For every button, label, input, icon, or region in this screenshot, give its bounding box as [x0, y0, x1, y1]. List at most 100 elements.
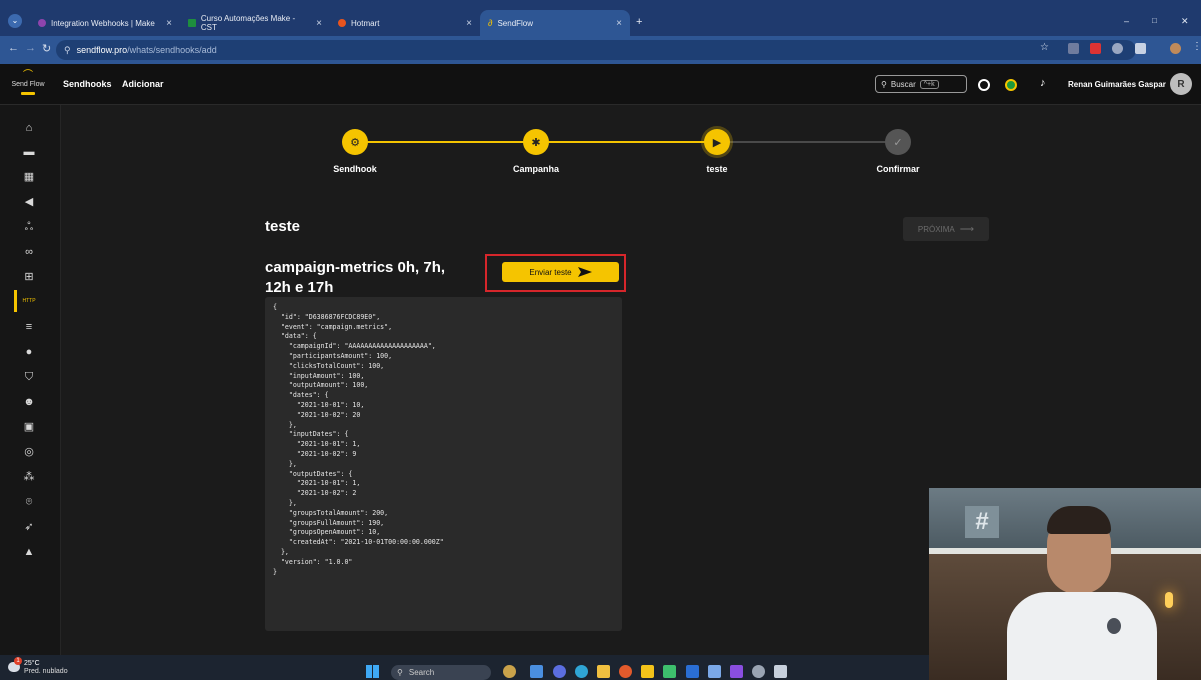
shield-icon[interactable]: ⛉ — [22, 370, 36, 384]
qr-code-icon[interactable]: ▦ — [22, 170, 36, 184]
bot-icon[interactable]: ☻ — [22, 395, 36, 409]
tab-search-icon[interactable]: ⌄ — [8, 14, 22, 28]
app-icon[interactable] — [503, 665, 516, 678]
sendflow-tab-icon: ∂ — [488, 18, 493, 28]
site-info-icon[interactable]: ⚲ — [64, 45, 71, 56]
tab-make[interactable]: Integration Webhooks | Make × — [30, 10, 180, 36]
person-torso — [1007, 592, 1157, 680]
message-icon[interactable]: ▣ — [22, 420, 36, 434]
search-icon: ⚲ — [397, 668, 403, 677]
taskbar-search[interactable]: ⚲ Search — [391, 665, 491, 680]
settings-icon[interactable] — [978, 79, 990, 91]
search-shortcut: ^+k — [919, 79, 939, 89]
signal-icon[interactable]: ⌾ — [22, 495, 36, 509]
step-sendhook-icon: ⚙ — [342, 129, 368, 155]
flow-icon[interactable]: ⊞ — [22, 270, 36, 284]
tab-label: Integration Webhooks | Make — [51, 18, 155, 28]
search-label: Buscar — [890, 79, 916, 89]
tab-label: SendFlow — [497, 18, 534, 28]
broadcast-icon[interactable]: ◎ — [22, 445, 36, 459]
forward-icon[interactable]: → — [25, 42, 36, 54]
close-tab-icon[interactable]: × — [466, 18, 472, 29]
sticky-notes-icon[interactable] — [641, 665, 654, 678]
notification-badge: 1 — [14, 657, 22, 665]
notepad-icon[interactable] — [708, 665, 721, 678]
folder-icon[interactable]: ▬ — [22, 145, 36, 159]
app-icon[interactable] — [730, 665, 743, 678]
close-window-button[interactable]: ✕ — [1181, 16, 1189, 27]
group-icon[interactable]: ⁂ — [22, 470, 36, 484]
windows-start-icon[interactable] — [366, 665, 379, 678]
home-icon[interactable]: ⌂ — [22, 121, 36, 135]
settings-icon[interactable] — [752, 665, 765, 678]
webcam-overlay: # — [929, 488, 1201, 680]
edge-icon[interactable] — [575, 665, 588, 678]
close-tab-icon[interactable]: × — [616, 18, 622, 29]
search-icon: ⚲ — [881, 79, 887, 89]
active-indicator — [14, 290, 17, 312]
tab-hotmart[interactable]: Hotmart × — [330, 10, 480, 36]
bookmark-star-icon[interactable]: ☆ — [1040, 42, 1049, 53]
step-confirmar-icon: ✓ — [885, 129, 911, 155]
url-host: sendflow.pro — [76, 45, 128, 55]
webhook-icon[interactable]: ஃ — [22, 220, 36, 234]
megaphone-icon[interactable]: ◀ — [22, 195, 36, 209]
extension-icon[interactable] — [1068, 43, 1079, 54]
weather-widget[interactable]: 25°C Pred. nublado — [24, 660, 68, 676]
tab-label: Curso Automações Make - CST — [200, 14, 296, 32]
breadcrumb-sendhooks[interactable]: Sendhooks — [63, 79, 112, 89]
notifications-bell-icon[interactable]: ♪ — [1040, 77, 1046, 89]
profile-icon[interactable] — [1170, 43, 1181, 54]
minimize-button[interactable]: – — [1124, 16, 1129, 26]
chrome-icon[interactable] — [619, 665, 632, 678]
chat-icon[interactable] — [553, 665, 566, 678]
send-icon — [577, 267, 592, 277]
step-label-sendhook: Sendhook — [333, 164, 377, 174]
back-icon[interactable]: ← — [8, 42, 19, 54]
http-icon[interactable]: HTTP — [22, 294, 36, 308]
weather-desc: Pred. nublado — [24, 668, 68, 675]
search-placeholder: Search — [408, 668, 435, 677]
sendflow-logo[interactable]: ⌒ Send Flow — [8, 71, 48, 98]
send-test-label: Enviar teste — [529, 267, 572, 277]
extension-icon[interactable] — [1090, 43, 1101, 54]
extension-icon[interactable] — [1112, 43, 1123, 54]
tab-sendflow[interactable]: ∂ SendFlow × — [480, 10, 630, 36]
app-icon[interactable] — [774, 665, 787, 678]
address-bar[interactable]: ⚲ sendflow.pro/whats/sendhooks/add — [56, 40, 1136, 60]
send-test-button[interactable]: Enviar teste — [502, 262, 619, 282]
event-title: campaign-metrics 0h, 7h, 12h e 17h — [265, 259, 446, 296]
new-tab-button[interactable]: + — [636, 16, 642, 28]
link-icon[interactable]: ∞ — [22, 245, 36, 259]
avatar[interactable]: R — [1170, 73, 1192, 95]
step-label-campanha: Campanha — [512, 164, 559, 174]
shirt-logo-icon — [1107, 618, 1121, 634]
extensions-puzzle-icon[interactable] — [1135, 43, 1146, 54]
step-teste-icon: ▶ — [704, 129, 730, 155]
next-label: PRÓXIMA — [917, 224, 955, 234]
sheets-tab-icon — [188, 19, 196, 27]
explorer-icon[interactable] — [597, 665, 610, 678]
menu-icon[interactable]: ⋮ — [1192, 41, 1201, 52]
tab-curso[interactable]: Curso Automações Make - CST × — [180, 10, 330, 36]
url-path: /whats/sendhooks/add — [127, 45, 217, 55]
taskview-icon[interactable] — [530, 665, 543, 678]
info-icon[interactable]: ● — [22, 345, 36, 359]
user-name[interactable]: Renan Guimarães Gaspar — [1068, 80, 1166, 89]
rocket-icon[interactable]: ➶ — [22, 520, 36, 534]
close-tab-icon[interactable]: × — [316, 18, 322, 29]
word-icon[interactable] — [686, 665, 699, 678]
brazil-flag-icon[interactable] — [1005, 79, 1017, 91]
close-tab-icon[interactable]: × — [166, 18, 172, 29]
maximize-button[interactable]: □ — [1152, 16, 1157, 25]
app-icon[interactable] — [663, 665, 676, 678]
tab-label: Hotmart — [351, 18, 380, 28]
lamp-icon — [1165, 592, 1173, 608]
hotmart-tab-icon — [338, 19, 346, 27]
breadcrumb-adicionar: Adicionar — [122, 79, 164, 89]
list-icon[interactable]: ≡ — [22, 320, 36, 334]
school-icon[interactable]: ▲ — [22, 545, 36, 559]
search-button[interactable]: ⚲ Buscar ^+k — [875, 75, 967, 93]
next-button[interactable]: PRÓXIMA ⟶ — [903, 217, 989, 241]
reload-icon[interactable]: ↻ — [42, 42, 51, 55]
